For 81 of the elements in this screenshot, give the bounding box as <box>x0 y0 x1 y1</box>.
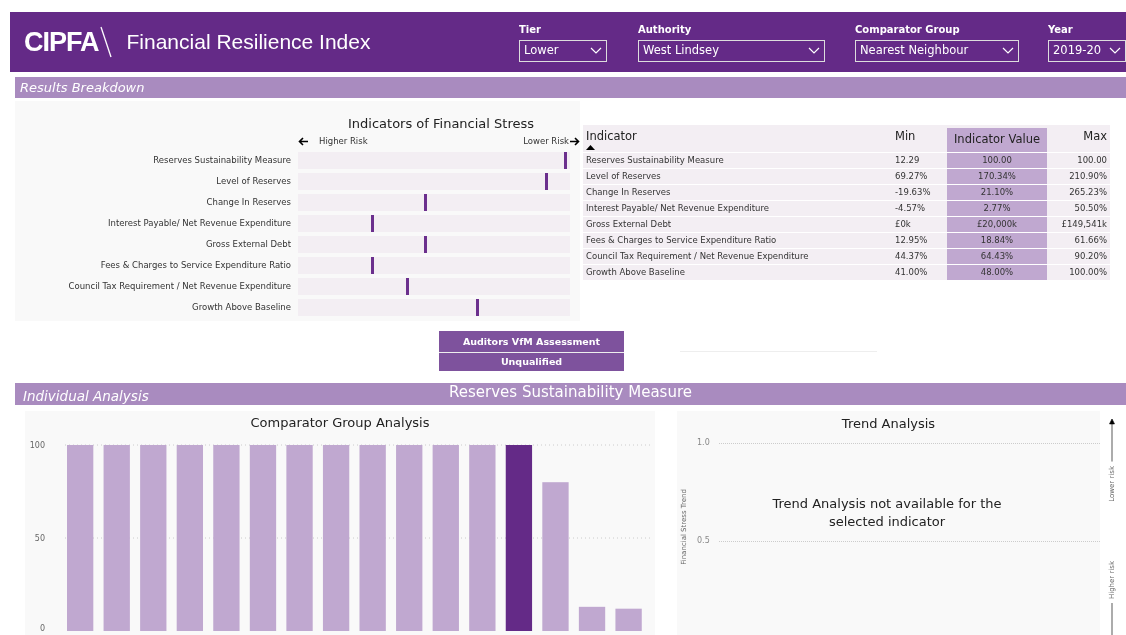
dropdown[interactable]: 2019-20 <box>1048 40 1126 62</box>
indicator-heading: Reserves Sustainability Measure <box>449 383 692 403</box>
table-cell-text: Council Tax Requirement / Net Revenue Expenditure <box>585 250 810 263</box>
table-cell-text: -19.63% <box>895 186 932 199</box>
table-cell-text: 41.00% <box>895 266 929 279</box>
section-header-label: Individual Analysis <box>22 387 150 405</box>
table-cell: £20,000k <box>947 217 1047 232</box>
app-title: Financial Resilience Index <box>126 29 371 56</box>
indicator-label: Reserves Sustainability Measure <box>152 153 292 167</box>
dropdown[interactable]: West Lindsey <box>638 40 825 62</box>
table-cell: 21.10% <box>947 185 1047 200</box>
column-header[interactable]: Indicator Value <box>947 128 1047 152</box>
table-cell-text: Gross External Debt <box>585 218 673 231</box>
filter-label: Comparator Group <box>855 23 960 37</box>
table-cell-text: Reserves Sustainability Measure <box>585 154 725 167</box>
table-cell-text: 69.27% <box>895 170 929 183</box>
assessment-header: Auditors VfM Assessment <box>439 331 624 353</box>
table-cell-text: -4.57% <box>895 202 927 215</box>
slash-icon <box>98 25 113 59</box>
dropdown[interactable]: Lower <box>519 40 607 62</box>
table-cell-text: £149,541k <box>1060 218 1108 231</box>
chevron-down-icon <box>1109 47 1121 55</box>
table-cell: 64.43% <box>947 249 1047 264</box>
table-cell-text: Change In Reserves <box>585 186 672 199</box>
table-cell-text: 12.95% <box>895 234 929 247</box>
table-cell-text: Level of Reserves <box>585 170 662 183</box>
table-cell-text: 210.90% <box>1068 170 1108 183</box>
table-cell-text: 265.23% <box>1068 186 1108 199</box>
chevron-down-icon <box>1002 47 1014 55</box>
column-header[interactable]: Min <box>895 128 947 146</box>
table-cell-text: 90.20% <box>1073 250 1108 263</box>
indicator-label: Level of Reserves <box>215 174 292 188</box>
table-cell: 18.84% <box>947 233 1047 248</box>
chevron-down-icon <box>590 47 602 55</box>
table-cell-text: Fees & Charges to Service Expenditure Ratio <box>585 234 778 247</box>
axis-tick-label: 1.0 <box>697 437 711 449</box>
assessment-value: Unqualified <box>439 353 624 371</box>
table-cell-text: 50.50% <box>1073 202 1108 215</box>
table-cell-text: 12.29 <box>895 154 921 167</box>
table-cell-text: Interest Payable/ Net Revenue Expenditure <box>585 202 770 215</box>
table-cell-text: 100.00% <box>1068 266 1108 279</box>
axis-label: Higher Risk <box>319 135 368 148</box>
column-header[interactable]: Indicator <box>583 128 895 146</box>
table-cell-text: 100.00 <box>1076 154 1108 167</box>
table-cell: 48.00% <box>947 265 1047 280</box>
indicator-label: Change In Reserves <box>205 195 292 209</box>
table-cell-text: 61.66% <box>1073 234 1108 247</box>
filter-label: Tier <box>519 23 541 37</box>
filter-label: Year <box>1048 23 1073 37</box>
indicator-label: Interest Payable/ Net Revenue Expenditure <box>107 216 292 230</box>
table-cell-text: £0k <box>895 218 912 231</box>
column-header[interactable]: Max <box>1047 128 1110 146</box>
filter-label: Authority <box>638 23 692 37</box>
table-cell: 100.00 <box>947 153 1047 168</box>
empty-message: Trend Analysis not available for the selected indicator <box>771 495 1003 531</box>
chart-title: Indicators of Financial Stress <box>347 115 535 133</box>
table-cell-text: Growth Above Baseline <box>585 266 686 279</box>
indicator-label: Gross External Debt <box>204 237 292 251</box>
chevron-down-icon <box>808 47 820 55</box>
arrow-left-icon <box>298 137 309 146</box>
section-header: Results Breakdown <box>15 77 1126 98</box>
axis-line-icon <box>1109 603 1115 635</box>
logo-text: CIPFA <box>24 25 99 59</box>
axis-label: Lower Risk <box>523 135 569 148</box>
dropdown[interactable]: Nearest Neighbour <box>855 40 1019 62</box>
chart-title: Comparator Group Analysis <box>249 414 431 432</box>
table-cell-text: 44.37% <box>895 250 929 263</box>
table-cell: 170.34% <box>947 169 1047 184</box>
chart-title: Trend Analysis <box>840 415 937 433</box>
axis-tick-label: 0 <box>39 623 45 633</box>
arrow-right-icon <box>569 137 580 146</box>
chart-bar <box>578 606 606 631</box>
arrow-up-icon <box>1109 419 1115 462</box>
indicator-label: Fees & Charges to Service Expenditure Ratio <box>99 258 292 272</box>
axis-tick-label: 100 <box>29 440 45 450</box>
table-cell: 2.77% <box>947 201 1047 216</box>
axis-tick-label: 0.5 <box>697 535 711 547</box>
axis-tick-label: 50 <box>34 533 45 543</box>
chart-bar <box>615 608 642 631</box>
indicator-label: Council Tax Requirement / Net Revenue Expenditure <box>67 279 292 293</box>
indicator-label: Growth Above Baseline <box>191 300 292 314</box>
